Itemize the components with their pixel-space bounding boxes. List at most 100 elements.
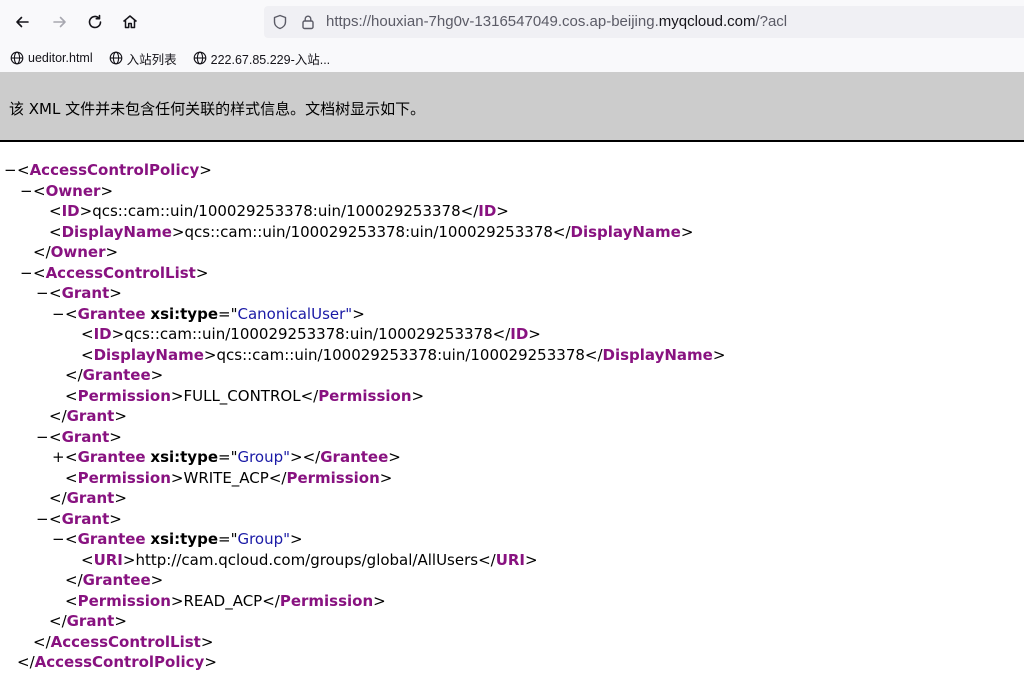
- xml-tag: Owner: [45, 181, 101, 200]
- reload-icon: [88, 14, 102, 29]
- bookmark-label: 入站列表: [126, 52, 177, 67]
- back-arrow-icon: [16, 16, 29, 28]
- collapse-toggle[interactable]: −: [36, 283, 49, 304]
- xml-tag: Permission: [279, 591, 374, 610]
- collapse-toggle[interactable]: −: [20, 181, 33, 202]
- xml-text: qcs::cam::uin/100029253378:uin/100029253…: [92, 202, 461, 220]
- xml-line: − <Owner>: [20, 181, 114, 202]
- xml-tag: DisplayName: [570, 222, 681, 241]
- bookmark-ueditor[interactable]: ueditor.html: [0, 46, 99, 70]
- xml-tag: DisplayName: [93, 345, 204, 364]
- xml-line: </AccessControlPolicy>: [17, 653, 217, 671]
- bookmark-label: 222.67.85.229-入站...: [210, 52, 331, 67]
- xml-tag: Grant: [66, 407, 115, 425]
- bookmark-label: ueditor.html: [28, 51, 93, 65]
- xml-info-message: 该 XML 文件并未包含任何关联的样式信息。文档树显示如下。: [9, 100, 426, 118]
- xml-tag: Grantee: [82, 366, 151, 384]
- xml-tag: Grant: [66, 489, 115, 507]
- xml-tree: − <AccessControlPolicy> − <Owner> <ID>qc…: [0, 160, 1024, 673]
- xml-text: READ_ACP: [183, 591, 263, 610]
- xml-line: − <Grant>: [36, 509, 122, 530]
- back-button[interactable]: [8, 8, 36, 36]
- xml-tag: URI: [495, 550, 526, 569]
- xml-line: <ID>qcs::cam::uin/100029253378:uin/10002…: [81, 325, 541, 343]
- home-button[interactable]: [116, 8, 144, 36]
- globe-icon: [10, 51, 24, 65]
- bookmark-ip-inbound[interactable]: 222.67.85.229-入站...: [183, 46, 337, 70]
- xml-tag: Permission: [77, 468, 171, 487]
- xml-tag: Grant: [61, 427, 110, 446]
- collapse-toggle[interactable]: −: [20, 263, 33, 284]
- xml-attr-name: xsi:type: [150, 448, 218, 466]
- xml-line: − <Grant>: [36, 427, 122, 448]
- xml-tag: AccessControlList: [45, 263, 196, 282]
- xml-line: <ID>qcs::cam::uin/100029253378:uin/10002…: [49, 202, 509, 220]
- xml-attr-name: xsi:type: [150, 530, 218, 548]
- xml-line: </AccessControlList>: [33, 632, 214, 651]
- xml-text: WRITE_ACP: [183, 468, 269, 487]
- url-suffix: /?acl: [755, 13, 788, 30]
- xml-tag: URI: [93, 550, 123, 569]
- forward-button[interactable]: [46, 8, 74, 36]
- xml-line: <URI>http://cam.qcloud.com/groups/global…: [81, 550, 538, 569]
- xml-tag: ID: [93, 325, 112, 343]
- xml-line: <DisplayName>qcs::cam::uin/100029253378:…: [49, 222, 694, 241]
- xml-tag: Permission: [286, 468, 380, 487]
- xml-line: </Grant>: [49, 612, 127, 630]
- xml-text: FULL_CONTROL: [183, 386, 301, 405]
- xml-line: + <Grantee xsi:type="Group"></Grantee>: [52, 447, 401, 468]
- collapse-toggle[interactable]: −: [36, 509, 49, 530]
- xml-line: − <AccessControlPolicy>: [4, 160, 212, 181]
- xml-tag: Grantee: [320, 448, 389, 466]
- url-text[interactable]: https://houxian-7hg0v-1316547049.cos.ap-…: [326, 13, 787, 30]
- xml-tag: Grantee: [77, 304, 146, 323]
- xml-tag: ID: [478, 202, 497, 220]
- xml-text: qcs::cam::uin/100029253378:uin/100029253…: [216, 345, 585, 364]
- globe-icon: [193, 51, 206, 65]
- xml-tag: Grant: [61, 284, 110, 302]
- collapse-toggle[interactable]: −: [52, 304, 65, 325]
- collapse-toggle[interactable]: −: [52, 529, 65, 550]
- bookmark-inbound-list[interactable]: 入站列表: [99, 46, 183, 70]
- bookmarks-bar: ueditor.html 入站列表 222.67.85.229-入站...: [0, 44, 1024, 72]
- xml-line: − <Grant>: [36, 283, 122, 304]
- collapse-toggle[interactable]: −: [4, 160, 17, 181]
- url-prefix: https://houxian-7hg0v-1316547049.cos.ap-…: [326, 13, 659, 30]
- xml-line: </Grantee>: [65, 366, 164, 384]
- xml-tag: Grantee: [77, 448, 146, 466]
- xml-tag: Permission: [77, 591, 171, 610]
- expand-toggle[interactable]: +: [52, 447, 65, 468]
- url-host: myqcloud.com: [658, 13, 756, 30]
- xml-tag: Grant: [66, 612, 115, 630]
- xml-line: − <Grantee xsi:type="CanonicalUser">: [52, 304, 365, 325]
- collapse-toggle[interactable]: −: [36, 427, 49, 448]
- xml-line: <Permission>WRITE_ACP</Permission>: [65, 468, 393, 487]
- xml-line: − <AccessControlList>: [20, 263, 209, 284]
- xml-tag: Permission: [77, 386, 171, 405]
- xml-line: <Permission>READ_ACP</Permission>: [65, 591, 386, 610]
- xml-tag: DisplayName: [602, 345, 713, 364]
- xml-attr-name: xsi:type: [150, 304, 218, 323]
- globe-icon: [109, 51, 122, 65]
- xml-tag: AccessControlList: [50, 632, 201, 651]
- xml-tag: Permission: [318, 386, 412, 405]
- xml-line: </Grant>: [49, 489, 127, 507]
- tracking-protection-shield-icon[interactable]: [272, 14, 288, 30]
- forward-arrow-icon: [53, 16, 66, 28]
- xml-attr-value: CanonicalUser: [237, 304, 346, 323]
- xml-tag: Grantee: [82, 571, 151, 589]
- xml-tag: DisplayName: [61, 222, 172, 241]
- xml-text: qcs::cam::uin/100029253378:uin/100029253…: [124, 325, 493, 343]
- xml-attr-value: Group: [237, 530, 284, 548]
- address-bar[interactable]: https://houxian-7hg0v-1316547049.cos.ap-…: [264, 6, 1024, 38]
- lock-icon[interactable]: [300, 14, 316, 30]
- xml-line: <DisplayName>qcs::cam::uin/100029253378:…: [81, 345, 726, 364]
- xml-tag: ID: [61, 202, 80, 220]
- xml-tag: AccessControlPolicy: [29, 161, 200, 179]
- xml-text: http://cam.qcloud.com/groups/global/AllU…: [135, 550, 479, 569]
- reload-button[interactable]: [81, 8, 109, 36]
- xml-tag: Grantee: [77, 530, 146, 548]
- browser-toolbar: https://houxian-7hg0v-1316547049.cos.ap-…: [0, 0, 1024, 44]
- xml-tag: AccessControlPolicy: [34, 653, 205, 671]
- xml-tag: Grant: [61, 509, 110, 528]
